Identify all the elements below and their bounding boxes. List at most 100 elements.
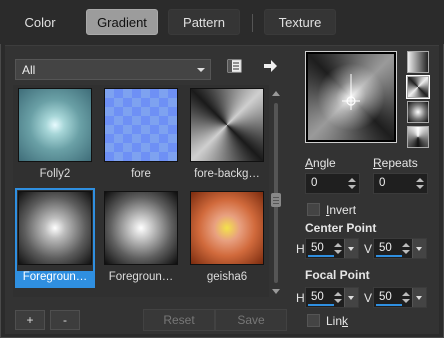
repeats-label: Repeats — [373, 156, 418, 170]
remove-gradient-button[interactable]: - — [50, 310, 80, 330]
tab-texture[interactable]: Texture — [264, 9, 336, 35]
link-mnemonic: k — [342, 314, 349, 328]
grip-line — [273, 203, 279, 204]
chevron-down-icon[interactable] — [412, 239, 426, 258]
chevron-down-icon[interactable] — [344, 288, 358, 307]
category-select[interactable]: All — [15, 59, 211, 80]
gradient-preview — [18, 88, 92, 162]
tab-color[interactable]: Color — [10, 9, 70, 35]
center-v-input[interactable]: 50 — [373, 238, 427, 259]
library-icon[interactable] — [226, 57, 244, 75]
invert-label: Invert — [326, 203, 356, 217]
scroll-thumb[interactable] — [271, 193, 281, 207]
value-slider[interactable] — [308, 255, 334, 257]
save-button[interactable]: Save — [215, 309, 287, 331]
radial-style-icon[interactable] — [407, 101, 429, 123]
reset-label: Reset — [163, 313, 195, 327]
value-slider[interactable] — [308, 304, 334, 306]
library-scrollbar[interactable] — [270, 89, 282, 297]
center-point-title: Center Point — [305, 221, 377, 235]
focal-v-input[interactable]: 50 — [373, 287, 427, 308]
add-gradient-button[interactable]: + — [15, 310, 45, 330]
invert-checkbox[interactable] — [307, 203, 320, 216]
repeats-mnemonic: R — [373, 156, 382, 170]
repeats-label-text: epeats — [381, 156, 418, 170]
spin-down-icon[interactable] — [333, 249, 343, 257]
gradient-thumb-fore-background[interactable]: fore-backg… — [187, 85, 267, 185]
save-label: Save — [237, 313, 265, 327]
center-v-value: 50 — [379, 242, 392, 254]
gradient-preview — [104, 191, 178, 265]
linear-style-icon[interactable] — [407, 51, 429, 73]
spin-down-icon[interactable] — [347, 184, 357, 192]
chevron-down-icon[interactable] — [344, 239, 358, 258]
spin-up-icon[interactable] — [415, 176, 425, 184]
value-slider[interactable] — [376, 304, 402, 306]
focal-v-label: V — [364, 291, 373, 305]
gradient-thumb-foreground-selected[interactable]: Foregroun… — [15, 188, 95, 288]
gradient-thumb-fore[interactable]: fore — [101, 85, 181, 185]
value-slider[interactable] — [376, 255, 402, 257]
gradient-label: geisha6 — [206, 271, 248, 283]
gradient-preview-large[interactable] — [305, 51, 397, 143]
spin-down-icon[interactable] — [333, 298, 343, 306]
center-h-input[interactable]: 50 — [305, 238, 359, 259]
center-point-handle-icon[interactable] — [306, 52, 396, 142]
focal-h-label: H — [296, 291, 305, 305]
spin-up-icon[interactable] — [401, 241, 411, 249]
chevron-down-icon[interactable] — [412, 288, 426, 307]
gradient-label: Foregroun… — [108, 271, 174, 283]
add-label: + — [26, 313, 34, 327]
center-h-value: 50 — [311, 242, 324, 254]
focal-h-input[interactable]: 50 — [305, 287, 359, 308]
gradient-thumb-foreground[interactable]: Foregroun… — [101, 188, 181, 288]
gradient-thumb-folly2[interactable]: Folly2 — [15, 85, 95, 185]
rectangular-style-icon[interactable] — [406, 75, 430, 99]
focal-h-value: 50 — [311, 291, 324, 303]
tab-gradient-label: Gradient — [97, 14, 147, 30]
angle-value: 0 — [311, 177, 318, 189]
gradient-preview — [104, 88, 178, 162]
gradient-thumb-geisha6[interactable]: geisha6 — [187, 188, 267, 288]
tab-pattern-label: Pattern — [183, 14, 225, 30]
angle-label-text: ngle — [313, 156, 336, 170]
category-select-value: All — [22, 62, 36, 77]
spin-down-icon[interactable] — [415, 184, 425, 192]
link-checkbox[interactable] — [307, 314, 320, 327]
link-label-text: Lin — [326, 314, 343, 328]
gradient-label: fore-backg… — [194, 168, 260, 180]
focal-v-value: 50 — [379, 291, 392, 303]
remove-label: - — [63, 313, 67, 327]
center-v-label: V — [364, 242, 373, 256]
reset-button[interactable]: Reset — [143, 309, 215, 331]
gradient-preview — [190, 191, 264, 265]
angle-label: Angle — [305, 156, 336, 170]
spin-down-icon[interactable] — [401, 298, 411, 306]
angle-input[interactable]: 0 — [305, 173, 360, 194]
scroll-up-icon[interactable] — [272, 91, 280, 96]
grip-line — [273, 197, 279, 198]
spin-up-icon[interactable] — [333, 241, 343, 249]
sunburst-style-icon[interactable] — [407, 126, 429, 148]
repeats-input[interactable]: 0 — [373, 173, 428, 194]
tab-separator — [252, 14, 253, 32]
arrow-right-icon[interactable] — [261, 57, 279, 75]
gradient-preview — [190, 88, 264, 162]
spin-up-icon[interactable] — [347, 176, 357, 184]
spin-up-icon[interactable] — [401, 290, 411, 298]
tab-pattern[interactable]: Pattern — [168, 9, 240, 35]
repeats-value: 0 — [379, 177, 386, 189]
spin-up-icon[interactable] — [333, 290, 343, 298]
gradient-label: fore — [131, 168, 151, 180]
grip-line — [273, 200, 279, 201]
link-label: Link — [326, 314, 348, 328]
tab-bar: Color Gradient Pattern Texture — [0, 0, 444, 44]
tab-gradient[interactable]: Gradient — [86, 9, 158, 35]
focal-point-title: Focal Point — [305, 268, 370, 282]
scroll-down-icon[interactable] — [272, 289, 280, 294]
chevron-down-icon — [197, 68, 205, 72]
gradient-label: Folly2 — [39, 168, 71, 180]
spin-down-icon[interactable] — [401, 249, 411, 257]
angle-mnemonic: A — [305, 156, 314, 170]
gradient-preview — [18, 191, 92, 265]
